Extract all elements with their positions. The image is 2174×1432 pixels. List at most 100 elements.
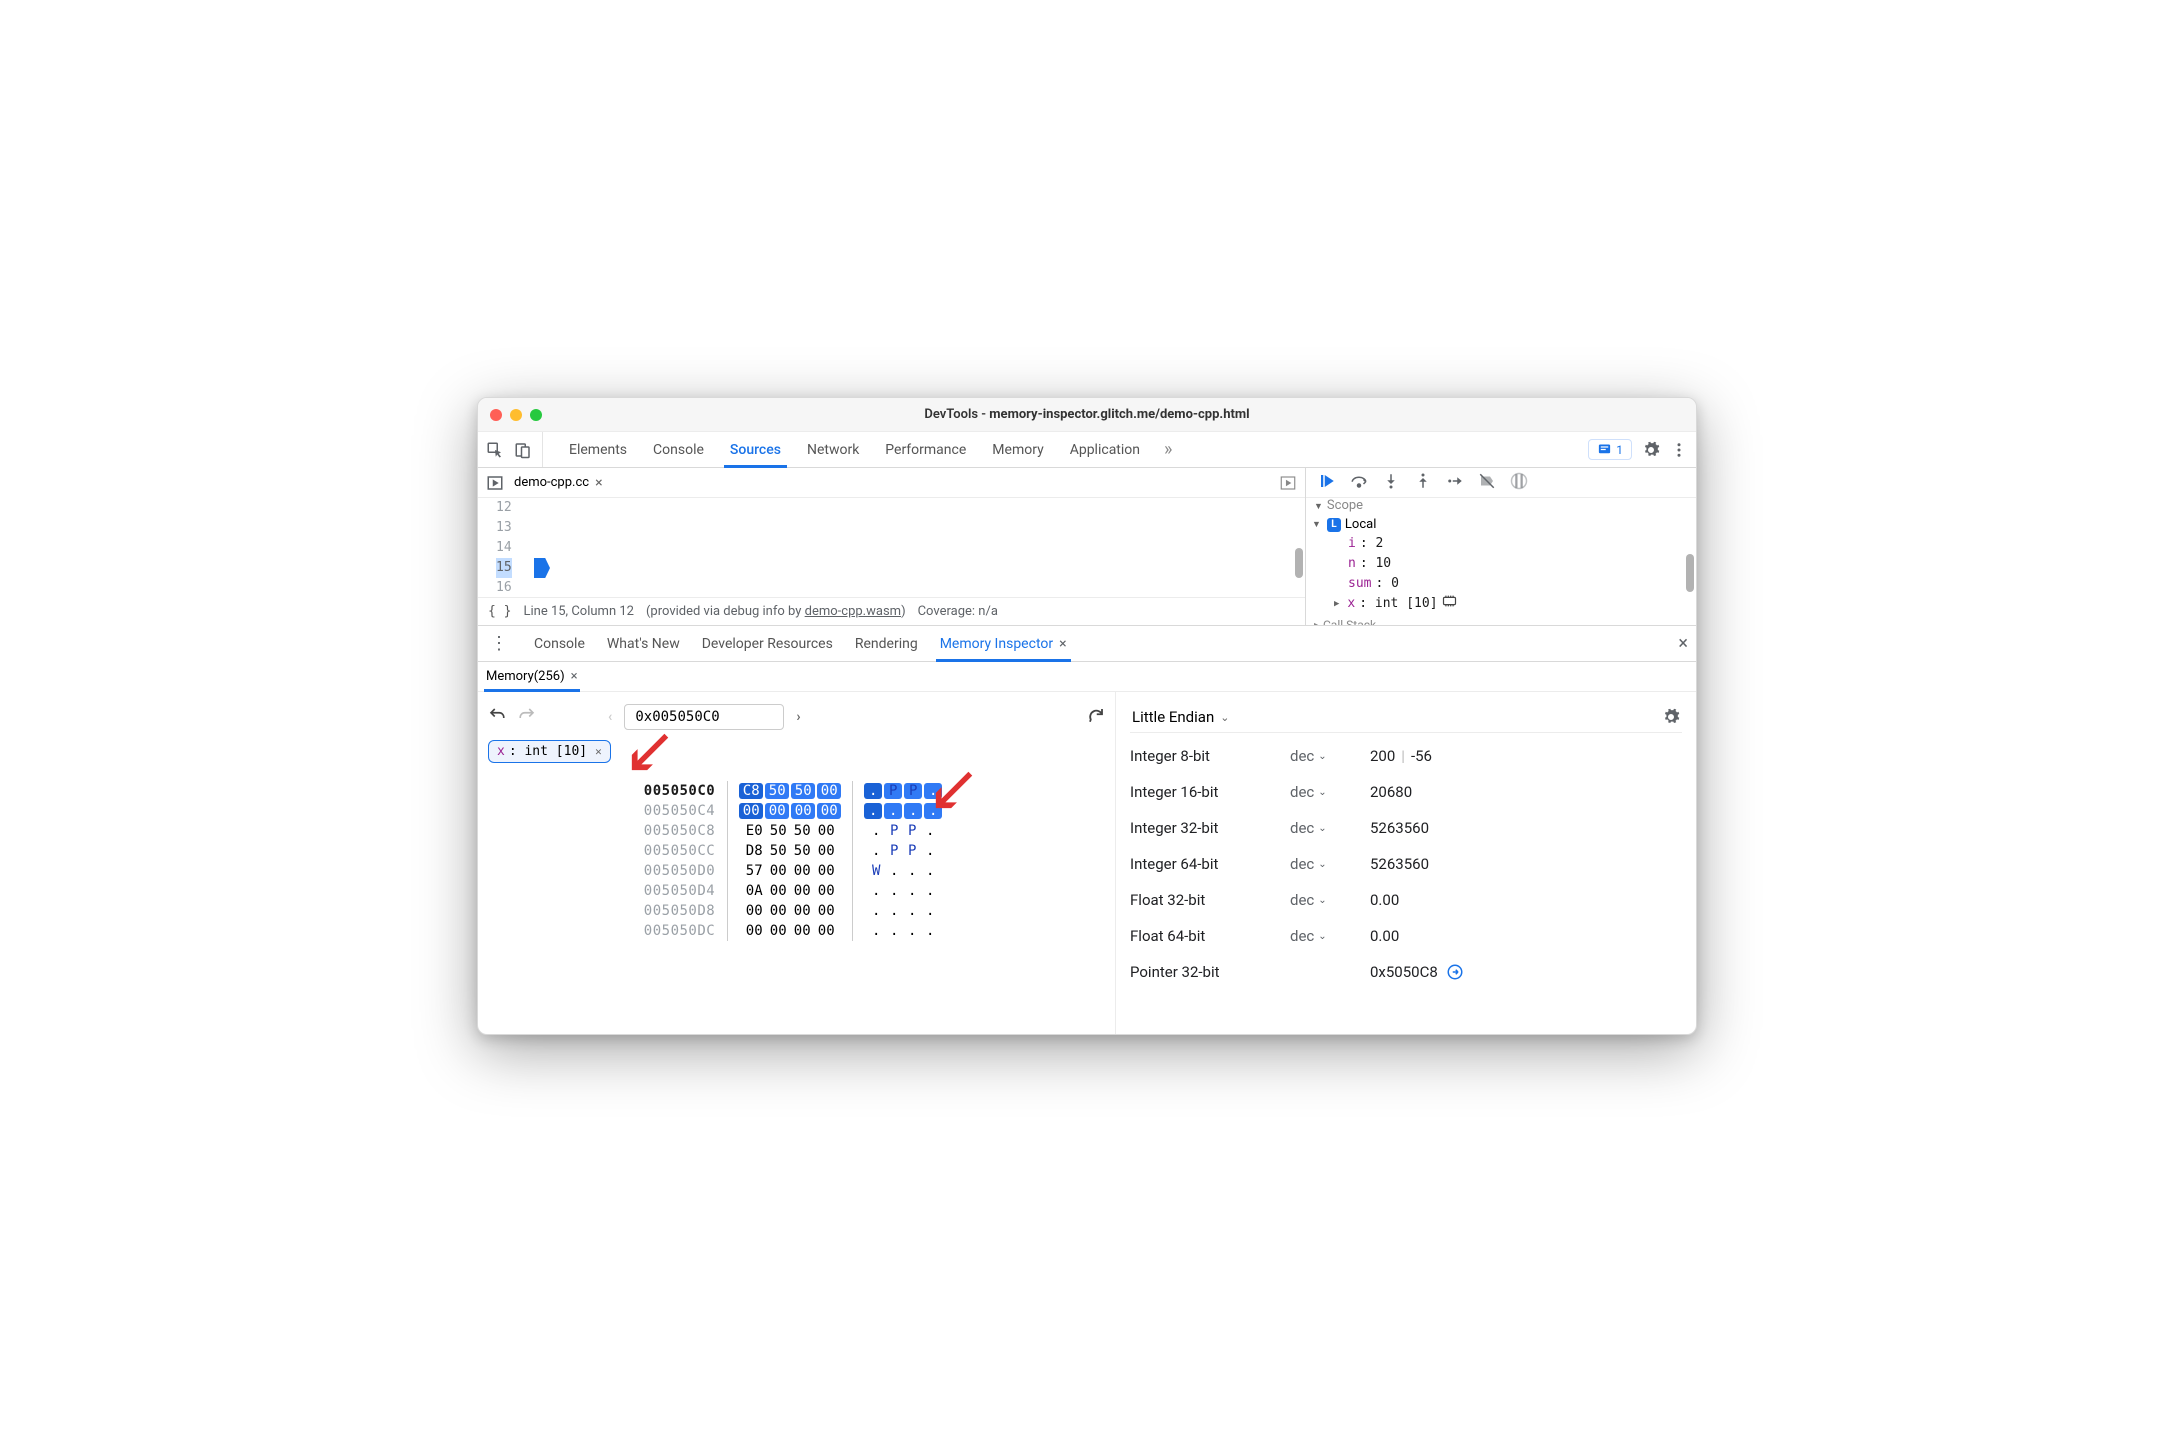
scope-local[interactable]: L Local: [1306, 515, 1696, 534]
addr-prev-icon[interactable]: ‹: [608, 709, 612, 725]
step-out-icon[interactable]: [1414, 472, 1432, 494]
tab-elements[interactable]: Elements: [567, 432, 629, 467]
devtools-window: DevTools - memory-inspector.glitch.me/de…: [477, 397, 1697, 1035]
value-row-pointer32: Pointer 32-bit 0x5050C8: [1130, 963, 1682, 981]
value-row-float64: Float 64-bit dec⌄ 0.00: [1130, 927, 1682, 945]
step-icon[interactable]: [1446, 472, 1464, 494]
tab-application[interactable]: Application: [1068, 432, 1142, 467]
format-select-int64[interactable]: dec⌄: [1290, 855, 1370, 873]
drawer-tab-console[interactable]: Console: [534, 626, 585, 661]
value-row-int32: Integer 32-bit dec⌄ 5263560: [1130, 819, 1682, 837]
hex-dump-table: 005050C0C8505000.PP.005050C400000000....…: [488, 781, 1105, 941]
issues-badge[interactable]: 1: [1588, 439, 1632, 460]
object-highlight-chip[interactable]: x: int [10] ✕: [488, 740, 611, 763]
scope-section-header[interactable]: Scope: [1306, 498, 1696, 515]
close-drawer-tab-icon[interactable]: ×: [1059, 636, 1066, 652]
value-row-int8: Integer 8-bit dec⌄ 200|-56: [1130, 747, 1682, 765]
line-number-gutter: 12 13 14 15 16 17: [478, 498, 520, 597]
titlebar: DevTools - memory-inspector.glitch.me/de…: [478, 398, 1696, 432]
value-row-int64: Integer 64-bit dec⌄ 5263560: [1130, 855, 1682, 873]
tab-console[interactable]: Console: [651, 432, 706, 467]
history-forward-icon[interactable]: [518, 706, 536, 728]
annotation-arrow-1-icon: [628, 728, 674, 778]
drawer-tab-memory-inspector[interactable]: Memory Inspector ×: [940, 626, 1067, 661]
resume-icon[interactable]: [1318, 472, 1336, 494]
scope-local-label: Local: [1345, 517, 1376, 532]
debug-info-source: (provided via debug info by demo-cpp.was…: [646, 604, 906, 619]
hex-row[interactable]: 005050DC00000000....: [640, 921, 953, 941]
callstack-header[interactable]: ▸ Call Stack: [1306, 614, 1696, 625]
memory-buffer-tab[interactable]: Memory(256) ×: [486, 662, 578, 691]
drawer-tab-devres[interactable]: Developer Resources: [702, 626, 833, 661]
format-select-int32[interactable]: dec⌄: [1290, 819, 1370, 837]
editor-status-bar: { } Line 15, Column 12 (provided via deb…: [478, 597, 1305, 625]
format-select-float64[interactable]: dec⌄: [1290, 927, 1370, 945]
refresh-icon[interactable]: [1087, 706, 1105, 728]
step-over-icon[interactable]: [1350, 472, 1368, 494]
drawer-kebab-icon[interactable]: ⋮: [486, 633, 512, 654]
hex-row[interactable]: 005050D40A000000....: [640, 881, 953, 901]
pretty-print-icon[interactable]: { }: [488, 604, 511, 619]
editor-scrollbar[interactable]: [1295, 548, 1303, 578]
value-interpreter-pane: Little Endian⌄ Integer 8-bit dec⌄ 200|-5…: [1116, 692, 1696, 1034]
settings-gear-icon[interactable]: [1642, 441, 1660, 459]
memory-inspector-body: ‹ › x: int [10] ✕ 005050C0C8505000.PP.: [478, 692, 1696, 1034]
coverage-status: Coverage: n/a: [918, 604, 998, 619]
format-select-int8[interactable]: dec⌄: [1290, 747, 1370, 765]
scope-var-sum[interactable]: sum: 0: [1348, 574, 1696, 594]
close-memory-tab-icon[interactable]: ×: [571, 669, 578, 684]
memory-inspector-subtabs: Memory(256) ×: [478, 662, 1696, 692]
file-tab-label: demo-cpp.cc: [514, 475, 589, 490]
kebab-menu-icon[interactable]: [1670, 441, 1688, 459]
cursor-position: Line 15, Column 12: [523, 604, 633, 619]
wasm-link[interactable]: demo-cpp.wasm: [805, 604, 901, 619]
inspect-element-icon[interactable]: [486, 441, 504, 459]
step-into-icon[interactable]: [1382, 472, 1400, 494]
scope-var-x[interactable]: x: int [10]: [1348, 594, 1696, 614]
jump-to-address-icon[interactable]: [1446, 963, 1464, 981]
drawer-tab-whatsnew[interactable]: What's New: [607, 626, 680, 661]
hex-row[interactable]: 005050C0C8505000.PP.: [640, 781, 953, 801]
chip-remove-icon[interactable]: ✕: [595, 745, 602, 758]
debugger-sidebar: Scope L Local i: 2 n: 10 sum: 0 x: int […: [1306, 468, 1696, 625]
tab-network[interactable]: Network: [805, 432, 861, 467]
file-tabs: demo-cpp.cc ×: [478, 468, 1305, 498]
drawer-tabbar: ⋮ Console What's New Developer Resources…: [478, 626, 1696, 662]
panel-tabbar: Elements Console Sources Network Perform…: [478, 432, 1696, 468]
scope-var-n[interactable]: n: 10: [1348, 554, 1696, 574]
scope-variables: i: 2 n: 10 sum: 0 x: int [10]: [1306, 534, 1696, 614]
reveal-in-memory-icon[interactable]: [1442, 594, 1457, 614]
hex-row[interactable]: 005050D800000000....: [640, 901, 953, 921]
tab-sources[interactable]: Sources: [728, 432, 783, 467]
deactivate-breakpoints-icon[interactable]: [1478, 472, 1496, 494]
window-title: DevTools - memory-inspector.glitch.me/de…: [478, 407, 1696, 422]
close-drawer-icon[interactable]: ×: [1678, 633, 1688, 654]
pause-on-exceptions-icon[interactable]: [1510, 472, 1528, 494]
hex-row[interactable]: 005050C8E0505000.PP.: [640, 821, 953, 841]
tab-performance[interactable]: Performance: [883, 432, 968, 467]
hex-row[interactable]: 005050C400000000....: [640, 801, 953, 821]
value-row-int16: Integer 16-bit dec⌄ 20680: [1130, 783, 1682, 801]
file-tab-demo-cpp[interactable]: demo-cpp.cc ×: [514, 475, 603, 491]
sources-pane: demo-cpp.cc × 12 13 14 15 16 17: [478, 468, 1306, 625]
tab-memory[interactable]: Memory: [990, 432, 1045, 467]
more-tabs-chevron-icon[interactable]: »: [1164, 439, 1172, 460]
close-file-tab-icon[interactable]: ×: [595, 475, 602, 491]
navigator-toggle-icon[interactable]: [486, 474, 504, 492]
endianness-select[interactable]: Little Endian⌄: [1132, 708, 1229, 726]
value-settings-gear-icon[interactable]: [1662, 708, 1680, 726]
hex-row[interactable]: 005050D057000000W...: [640, 861, 953, 881]
format-select-int16[interactable]: dec⌄: [1290, 783, 1370, 801]
scope-scrollbar[interactable]: [1686, 554, 1694, 592]
format-select-float32[interactable]: dec⌄: [1290, 891, 1370, 909]
device-toolbar-icon[interactable]: [514, 441, 532, 459]
address-input[interactable]: [624, 704, 784, 730]
drawer-tab-rendering[interactable]: Rendering: [855, 626, 918, 661]
code-editor[interactable]: 12 13 14 15 16 17 /* initialize x */ for…: [478, 498, 1305, 597]
history-back-icon[interactable]: [488, 706, 506, 728]
scope-var-i[interactable]: i: 2: [1348, 534, 1696, 554]
local-badge-icon: L: [1327, 518, 1341, 532]
snippets-run-icon[interactable]: [1279, 474, 1297, 492]
hex-row[interactable]: 005050CCD8505000.PP.: [640, 841, 953, 861]
addr-next-icon[interactable]: ›: [796, 709, 800, 725]
